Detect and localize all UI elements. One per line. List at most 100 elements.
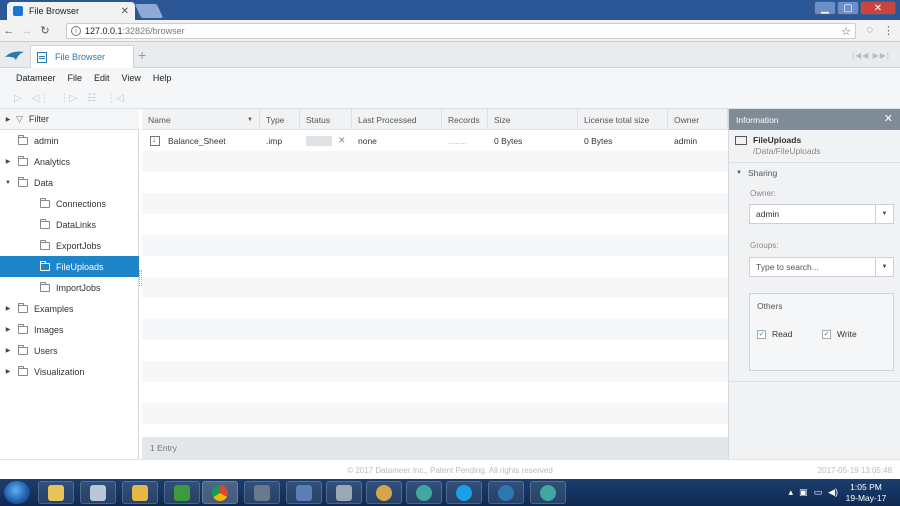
taskbar-explorer-button[interactable] [38, 481, 74, 504]
menu-dots-icon[interactable]: ⋮ [883, 24, 894, 37]
tab-file-browser[interactable]: File Browser [30, 45, 134, 68]
add-tab-button[interactable]: + [138, 47, 146, 63]
tree-item[interactable]: ▶ Visualization [0, 361, 139, 382]
close-window-button[interactable]: ✕ [860, 1, 896, 15]
taskbar-app-t2-button[interactable] [530, 481, 566, 504]
caret-right-icon[interactable]: ▶ [4, 347, 12, 354]
volume-icon[interactable]: ◀) [828, 487, 838, 498]
taskbar-remote-button[interactable] [286, 481, 322, 504]
folder-icon [735, 136, 747, 145]
column-header[interactable]: Name ▼ [142, 109, 260, 130]
column-header[interactable]: Type [260, 109, 300, 130]
filter-row[interactable]: ▶ ▽ Filter [0, 109, 139, 130]
menu-view[interactable]: View [122, 73, 141, 83]
cancel-icon[interactable]: ✕ [338, 135, 346, 146]
taskbar-paint-button[interactable] [366, 481, 402, 504]
taskbar-calculator-button[interactable] [80, 481, 116, 504]
remote-desktop-icon [296, 484, 312, 501]
tree-item[interactable]: DataLinks [0, 214, 139, 235]
taskbar-folder-button[interactable] [122, 481, 158, 504]
groups-search-input[interactable]: Type to search... ▼ [749, 257, 894, 277]
tree-item[interactable]: ImportJobs [0, 277, 139, 298]
move-back-icon[interactable]: ⋮◁ [106, 93, 124, 104]
taskbar-tool-button[interactable] [244, 481, 280, 504]
read-checkbox[interactable]: ✓ Read [757, 329, 792, 339]
new-tab-button[interactable] [134, 4, 164, 18]
taskbar-app-t-button[interactable] [406, 481, 442, 504]
taskbar-spreadsheet-button[interactable] [164, 481, 200, 504]
calculator-icon [90, 484, 106, 501]
folder-icon [18, 155, 28, 166]
browser-tab[interactable]: File Browser ✕ [7, 2, 135, 20]
cell-records: ........ [442, 130, 488, 151]
network-icon[interactable]: ▣ [799, 487, 808, 498]
sharing-section-toggle[interactable]: ▼ Sharing [729, 162, 900, 182]
tree-item[interactable]: ▶ Examples [0, 298, 139, 319]
table-row[interactable]: Balance_Sheet .imp ✕ none........ 0 Bytes 0 B… [142, 130, 728, 151]
menu-help[interactable]: Help [153, 73, 172, 83]
url-input[interactable]: i 127.0.0.1 :32826/browser ☆ [66, 23, 856, 39]
monitor-icon[interactable]: ▭ [814, 487, 823, 498]
minimize-button[interactable]: ▁ [814, 1, 836, 15]
maximize-button[interactable]: ▢ [837, 1, 859, 15]
caret-right-icon[interactable]: ▶ [4, 305, 12, 312]
tree-item[interactable]: admin [0, 130, 139, 151]
move-left-icon[interactable]: ◁⋮ [32, 93, 50, 104]
tree-item[interactable]: ▶ Analytics [0, 151, 139, 172]
chevron-down-icon[interactable]: ▼ [875, 205, 893, 223]
caret-right-icon[interactable]: ▶ [4, 158, 12, 165]
start-button[interactable] [4, 481, 30, 504]
back-arrow-icon[interactable]: ← [0, 25, 18, 37]
close-panel-icon[interactable]: ✕ [884, 112, 893, 125]
tab-pager-arrows[interactable]: |◀◀ ▶▶| [852, 51, 890, 60]
system-clock[interactable]: 1:05 PM 19-May-17 [842, 482, 890, 504]
tree-item[interactable]: ▶ Images [0, 319, 139, 340]
tree-item[interactable]: FileUploads [0, 256, 139, 277]
column-header[interactable]: Owner [668, 109, 728, 130]
taskbar-datameer-button[interactable] [488, 481, 524, 504]
sort-down-icon[interactable]: ▼ [247, 117, 253, 123]
tray-expand-icon[interactable]: ▴ [789, 487, 794, 498]
menu-edit[interactable]: Edit [94, 73, 110, 83]
tree-item[interactable]: ▼ Data [0, 172, 139, 193]
folder-icon [40, 197, 50, 208]
folder-icon [40, 260, 50, 271]
close-tab-icon[interactable]: ✕ [121, 6, 129, 17]
write-checkbox[interactable]: ✓ Write [822, 329, 857, 339]
caret-right-icon[interactable]: ▶ [4, 326, 12, 333]
taskbar-server-button[interactable] [326, 481, 362, 504]
taskbar-skype-button[interactable] [446, 481, 482, 504]
skype-icon [456, 484, 472, 501]
caret-down-icon[interactable]: ▼ [4, 180, 12, 186]
tree-item[interactable]: Connections [0, 193, 139, 214]
move-right-icon[interactable]: ⋮▷ [59, 93, 77, 104]
forward-arrow-icon[interactable]: → [18, 25, 36, 37]
toolbar: ▷ ◁⋮ ⋮▷ ☷ ⋮◁ [0, 88, 900, 109]
caret-right-icon[interactable]: ▶ [4, 368, 12, 375]
server-timestamp: 2017-05-19 13:05:48 [817, 466, 892, 475]
owner-select[interactable]: admin ▼ [749, 204, 894, 224]
taskbar-chrome-button[interactable] [202, 481, 238, 504]
table-row-band [142, 235, 728, 256]
extension-icon[interactable]: ◌ [866, 24, 873, 37]
chevron-down-icon[interactable]: ▼ [875, 258, 893, 276]
column-header[interactable]: License total size [578, 109, 668, 130]
menu-file[interactable]: File [68, 73, 83, 83]
reload-icon[interactable]: ↻ [36, 24, 54, 37]
tree-item[interactable]: ▶ Users [0, 340, 139, 361]
run-icon[interactable]: ▷ [14, 93, 22, 104]
column-header[interactable]: Records [442, 109, 488, 130]
checkmark-icon: ✓ [822, 329, 831, 339]
column-header-label: License total size [584, 114, 650, 125]
cell-status: ✕ [300, 130, 352, 151]
column-header[interactable]: Status [300, 109, 352, 130]
tree-item[interactable]: ExportJobs [0, 235, 139, 256]
chrome-icon [212, 484, 228, 501]
column-header[interactable]: Last Processed [352, 109, 442, 130]
info-icon[interactable]: i [71, 26, 81, 36]
bookmark-star-icon[interactable]: ☆ [841, 25, 851, 38]
list-icon[interactable]: ☷ [87, 93, 96, 104]
column-header[interactable]: Size [488, 109, 578, 130]
menu-datameer[interactable]: Datameer [16, 73, 56, 83]
caret-right-icon[interactable]: ▶ [4, 116, 12, 123]
